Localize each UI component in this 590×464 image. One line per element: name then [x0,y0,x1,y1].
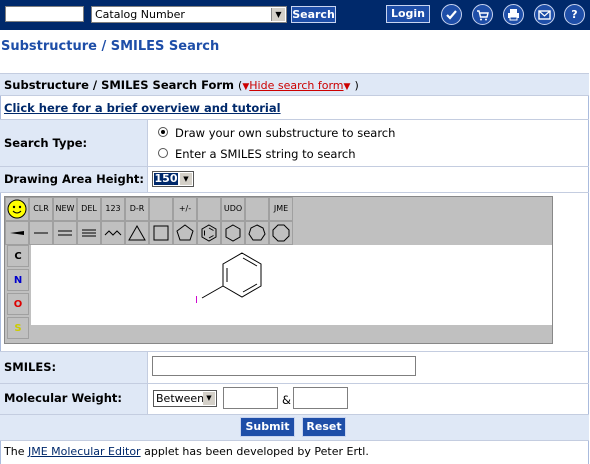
triangle-down-icon: ▼ [343,82,351,92]
jme-editor-link[interactable]: JME Molecular Editor [28,445,141,458]
molecular-weight-label-cell: Molecular Weight: [0,384,148,414]
drawing-height-label: Drawing Area Height: [4,172,144,186]
smiley-icon[interactable] [5,197,29,221]
help-icon[interactable]: ? [564,4,585,25]
double-bond-icon[interactable] [53,221,77,245]
numbering-tool[interactable]: 123 [101,197,125,221]
chevron-down-icon: ▼ [203,392,215,405]
mw-operator-select[interactable]: Between ▼ [153,390,217,407]
octagon-ring-icon[interactable] [269,221,293,245]
delete-r-tool[interactable]: D-R [125,197,149,221]
form-title: Substructure / SMILES Search Form [4,78,235,92]
smiles-string-radio[interactable] [158,148,168,158]
search-type-label-cell: Search Type: [0,120,148,166]
search-type-row: Search Type: Draw your own substructure … [0,119,589,166]
undo-tool[interactable]: UDO [221,197,245,221]
iodine-atom-label: I [195,295,198,306]
mw-operator-value: Between [156,392,205,405]
jme-molecular-editor[interactable]: CLR NEW DEL 123 D-R +/- UDO JME C N O S … [4,196,553,344]
reset-button[interactable]: Reset [302,417,346,437]
atom-c-button[interactable]: C [7,245,29,267]
single-bond-icon[interactable] [29,221,53,245]
drawing-height-select[interactable]: 150 ▼ [152,171,194,187]
smiles-input[interactable] [152,356,416,376]
hide-search-form-link[interactable]: Hide search form [249,79,343,92]
toolbar-blank[interactable] [197,197,221,221]
login-button[interactable]: Login [386,5,430,23]
top-navigation-bar: Catalog Number ▼ Search Login ? [0,0,590,30]
search-input[interactable] [5,6,84,22]
check-icon[interactable] [441,4,462,25]
form-header: Substructure / SMILES Search Form (▼Hide… [0,73,589,95]
clear-tool[interactable]: CLR [29,197,53,221]
atom-s-button[interactable]: S [7,317,29,339]
heptagon-ring-icon[interactable] [245,221,269,245]
chevron-down-icon: ▼ [180,173,192,185]
close-paren: ) [354,79,359,92]
tutorial-link[interactable]: Click here for a brief overview and tuto… [4,101,281,115]
page-title: Substructure / SMILES Search [1,39,220,54]
print-icon[interactable] [503,4,524,25]
search-button[interactable]: Search [291,6,336,23]
footer-text: The JME Molecular Editor applet has been… [4,445,369,458]
draw-substructure-radio[interactable] [158,127,168,137]
triangle-ring-icon[interactable] [125,221,149,245]
mw-max-input[interactable] [293,387,348,409]
chain-icon[interactable] [101,221,125,245]
toolbar-blank[interactable] [245,197,269,221]
square-ring-icon[interactable] [149,221,173,245]
hexagon-ring-icon[interactable] [221,221,245,245]
drawing-height-row: Drawing Area Height: 150 ▼ [0,166,589,192]
stereo-bond-icon[interactable] [5,221,29,245]
form-header-text: Substructure / SMILES Search Form (▼Hide… [4,78,359,92]
draw-substructure-label: Draw your own substructure to search [175,126,396,140]
search-type-label: Search Type: [4,136,88,150]
iodobenzene-structure: I [195,252,262,306]
jme-info-tool[interactable]: JME [269,197,293,221]
mail-icon[interactable] [534,4,555,25]
search-category-select[interactable]: Catalog Number ▼ [91,6,287,23]
pentagon-ring-icon[interactable] [173,221,197,245]
toolbar-blank[interactable] [149,197,173,221]
drawing-height-label-cell: Drawing Area Height: [0,167,148,192]
smiles-string-label: Enter a SMILES string to search [175,147,356,161]
benzene-ring-icon[interactable] [197,221,221,245]
atom-n-button[interactable]: N [7,269,29,291]
mw-and-label: & [282,393,291,407]
footer-prefix: The [4,445,25,458]
atom-o-button[interactable]: O [7,293,29,315]
molecular-weight-label: Molecular Weight: [4,391,122,405]
search-category-value: Catalog Number [95,8,185,21]
cart-icon[interactable] [472,4,493,25]
drawing-height-value: 150 [154,172,178,185]
drawing-canvas[interactable]: I [31,245,552,325]
tutorial-row: Click here for a brief overview and tuto… [0,95,589,119]
delete-tool[interactable]: DEL [77,197,101,221]
footer-suffix: applet has been developed by Peter Ertl. [144,445,369,458]
submit-button[interactable]: Submit [240,417,295,437]
triple-bond-icon[interactable] [77,221,101,245]
new-tool[interactable]: NEW [53,197,77,221]
mw-min-input[interactable] [223,387,278,409]
smiles-label-cell: SMILES: [0,352,148,383]
chevron-down-icon: ▼ [271,8,285,21]
smiles-label: SMILES: [4,360,57,374]
charge-tool[interactable]: +/- [173,197,197,221]
